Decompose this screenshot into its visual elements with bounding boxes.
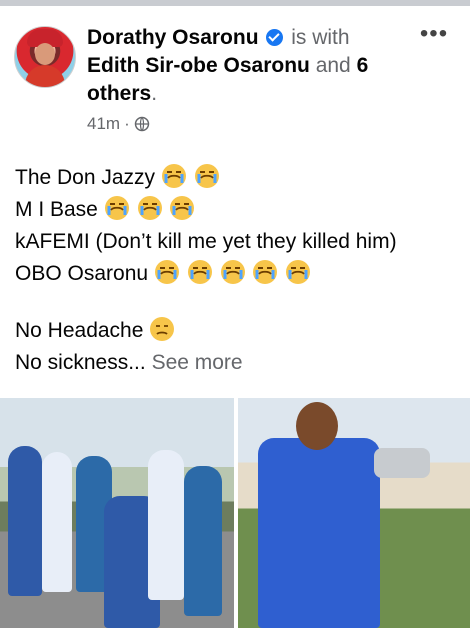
period-text: . <box>151 82 158 105</box>
post-line-text: OBO Osaronu <box>15 262 149 285</box>
photo-person <box>184 466 222 616</box>
crying-face-icon <box>161 164 186 188</box>
post-line-4: OBO Osaronu <box>15 258 460 290</box>
post-line-text: No sickness... <box>15 351 146 374</box>
avatar-body <box>25 65 65 87</box>
post-author-line: Dorathy Osaronu is with Edith Sir-obe Os… <box>87 24 407 108</box>
top-divider <box>0 0 470 6</box>
crying-face-icon <box>104 196 129 220</box>
crying-face-icon <box>220 260 245 284</box>
post-line-2: M I Base <box>15 194 460 226</box>
photo-car <box>374 448 430 478</box>
post-line-text: kAFEMI (Don’t kill me yet they killed hi… <box>15 230 397 253</box>
photo-person <box>8 446 42 596</box>
post-header: Dorathy Osaronu is with Edith Sir-obe Os… <box>0 22 470 142</box>
post-line-text: No Headache <box>15 319 144 342</box>
post-text: The Don Jazzy M I Base kAFEMI (Don’t kil… <box>15 162 460 379</box>
is-with-text: is with <box>291 26 350 49</box>
post-line-text: M I Base <box>15 198 98 221</box>
post-meta: 41m · <box>87 114 150 134</box>
meta-separator: · <box>124 114 130 133</box>
author-name[interactable]: Dorathy Osaronu <box>87 26 259 49</box>
worried-face-icon <box>150 317 175 341</box>
post-line-5: No Headache <box>15 315 460 347</box>
author-avatar[interactable] <box>14 26 76 88</box>
man-in-blue-photo[interactable] <box>238 398 470 628</box>
photo-face <box>296 402 338 450</box>
see-more-link[interactable]: See more <box>152 351 243 374</box>
more-options-icon[interactable]: ••• <box>418 22 450 46</box>
post-line-text: The Don Jazzy <box>15 166 156 189</box>
crying-face-icon <box>154 260 179 284</box>
post-line-1: The Don Jazzy <box>15 162 460 194</box>
photo-grid <box>0 398 470 628</box>
post-line-3: kAFEMI (Don’t kill me yet they killed hi… <box>15 226 460 258</box>
crying-face-icon <box>170 196 195 220</box>
tagged-person-link[interactable]: Edith Sir-obe Osaronu <box>87 54 310 77</box>
photo-person <box>42 452 72 592</box>
crying-face-icon <box>253 260 278 284</box>
verified-badge-icon <box>266 29 284 46</box>
crying-face-icon <box>194 164 219 188</box>
avatar-face <box>35 43 55 65</box>
crying-face-icon <box>187 260 212 284</box>
group-photo[interactable] <box>0 398 234 628</box>
photo-person <box>148 450 184 600</box>
photo-person <box>258 438 380 628</box>
crying-face-icon <box>286 260 311 284</box>
crying-face-icon <box>137 196 162 220</box>
post-line-6: No sickness... See more <box>15 347 460 379</box>
post-time[interactable]: 41m <box>87 114 120 134</box>
globe-icon <box>134 116 149 132</box>
and-text: and <box>315 54 351 77</box>
